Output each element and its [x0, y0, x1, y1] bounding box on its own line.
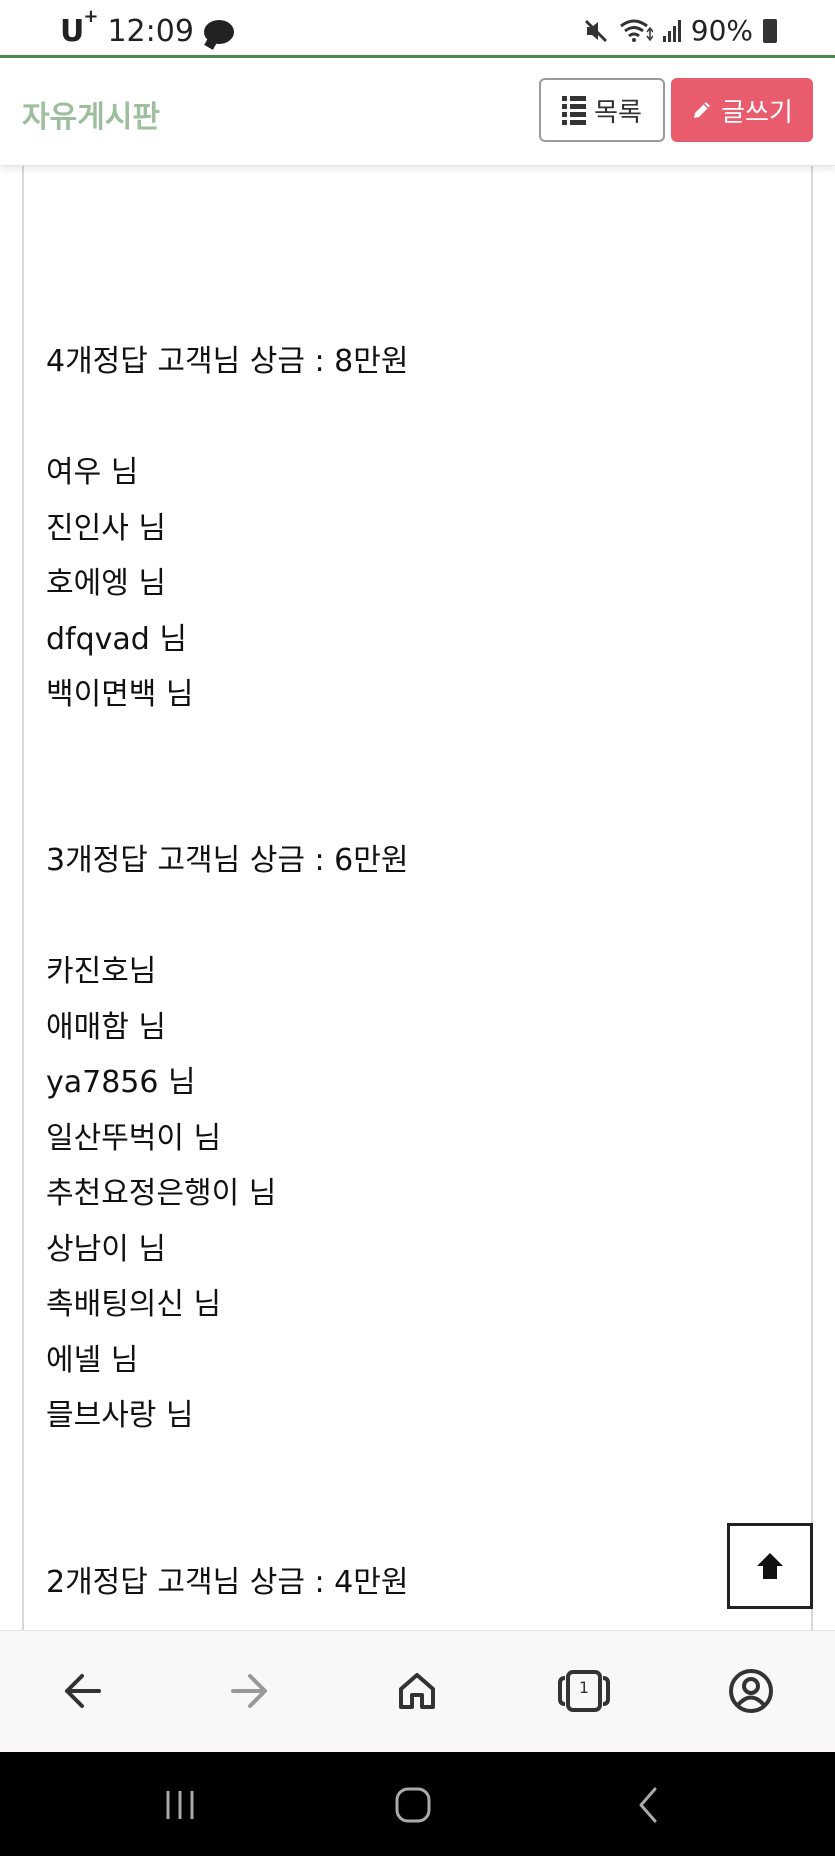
status-left: U+ 12:09 [60, 6, 234, 49]
browser-bottom-nav: 1 [0, 1630, 835, 1752]
wifi-icon [619, 19, 653, 42]
back-arrow-icon [65, 1674, 101, 1708]
tabs-button[interactable]: 1 [554, 1661, 614, 1721]
carrier-label: U+ [60, 6, 98, 49]
system-home-icon [395, 1787, 431, 1823]
board-title[interactable]: 자유게시판 [22, 92, 160, 136]
winner-item: 촉배팅의신 님 [46, 1287, 222, 1322]
forward-arrow-icon [231, 1674, 267, 1708]
status-right: 90% [583, 14, 777, 47]
recent-apps-icon [166, 1791, 194, 1819]
post-content: 4개정답 고객님 상금 : 8만원 여우 님 진인사 님 호에엥 님 dfqva… [0, 166, 835, 1630]
account-icon [729, 1669, 773, 1713]
signal-icon [662, 19, 681, 42]
system-back-icon [639, 1787, 657, 1823]
winner-item: 백이면백 님 [46, 677, 194, 712]
prize-heading-3: 3개정답 고객님 상금 : 6만원 [46, 843, 409, 878]
system-home-button[interactable] [385, 1780, 441, 1830]
scroll-top-button[interactable] [727, 1523, 813, 1609]
winner-item: 믈브사랑 님 [46, 1398, 194, 1433]
write-button-label: 글쓰기 [721, 97, 793, 128]
forward-button[interactable] [220, 1661, 280, 1721]
board-header: 자유게시판 목록 글쓰기 [0, 58, 835, 166]
winner-item: 에넬 님 [46, 1343, 139, 1378]
winner-item: 애매함 님 [46, 1010, 166, 1045]
pencil-icon [694, 102, 711, 118]
prize-heading-4: 4개정답 고객님 상금 : 8만원 [46, 344, 409, 379]
winner-item: 추천요정은행이 님 [46, 1176, 277, 1211]
winner-item: ya7856 님 [46, 1065, 196, 1100]
home-icon [399, 1673, 435, 1709]
tab-count: 1 [578, 1678, 590, 1697]
winner-item: 호에엥 님 [46, 566, 166, 601]
battery-percent: 90% [690, 14, 753, 47]
system-back-button[interactable] [620, 1780, 676, 1830]
account-button[interactable] [721, 1661, 781, 1721]
list-button-label: 목록 [594, 97, 642, 128]
prize-heading-2: 2개정답 고객님 상금 : 4만원 [46, 1565, 409, 1600]
winner-item: dfqvad 님 [46, 622, 187, 657]
chat-bubble-icon [203, 19, 234, 44]
system-nav-bar [0, 1752, 835, 1856]
status-bar: U+ 12:09 90% [0, 0, 835, 56]
winner-item: 진인사 님 [46, 511, 166, 546]
carrier-sup: + [83, 6, 98, 27]
battery-icon [763, 18, 777, 43]
winner-item: 여우 님 [46, 455, 139, 490]
winner-item: 일산뚜벅이 님 [46, 1121, 222, 1156]
list-button[interactable]: 목록 [539, 78, 665, 142]
back-button[interactable] [52, 1661, 112, 1721]
mute-icon [584, 19, 607, 42]
list-icon [562, 96, 586, 125]
recent-apps-button[interactable] [152, 1780, 208, 1830]
winner-item: 상남이 님 [46, 1232, 166, 1267]
arrow-up-icon [757, 1553, 783, 1579]
carrier-text: U [60, 14, 84, 49]
write-button[interactable]: 글쓰기 [671, 78, 813, 142]
winner-item: 카진호님 [46, 954, 157, 989]
home-button[interactable] [387, 1661, 447, 1721]
clock: 12:09 [107, 14, 194, 49]
